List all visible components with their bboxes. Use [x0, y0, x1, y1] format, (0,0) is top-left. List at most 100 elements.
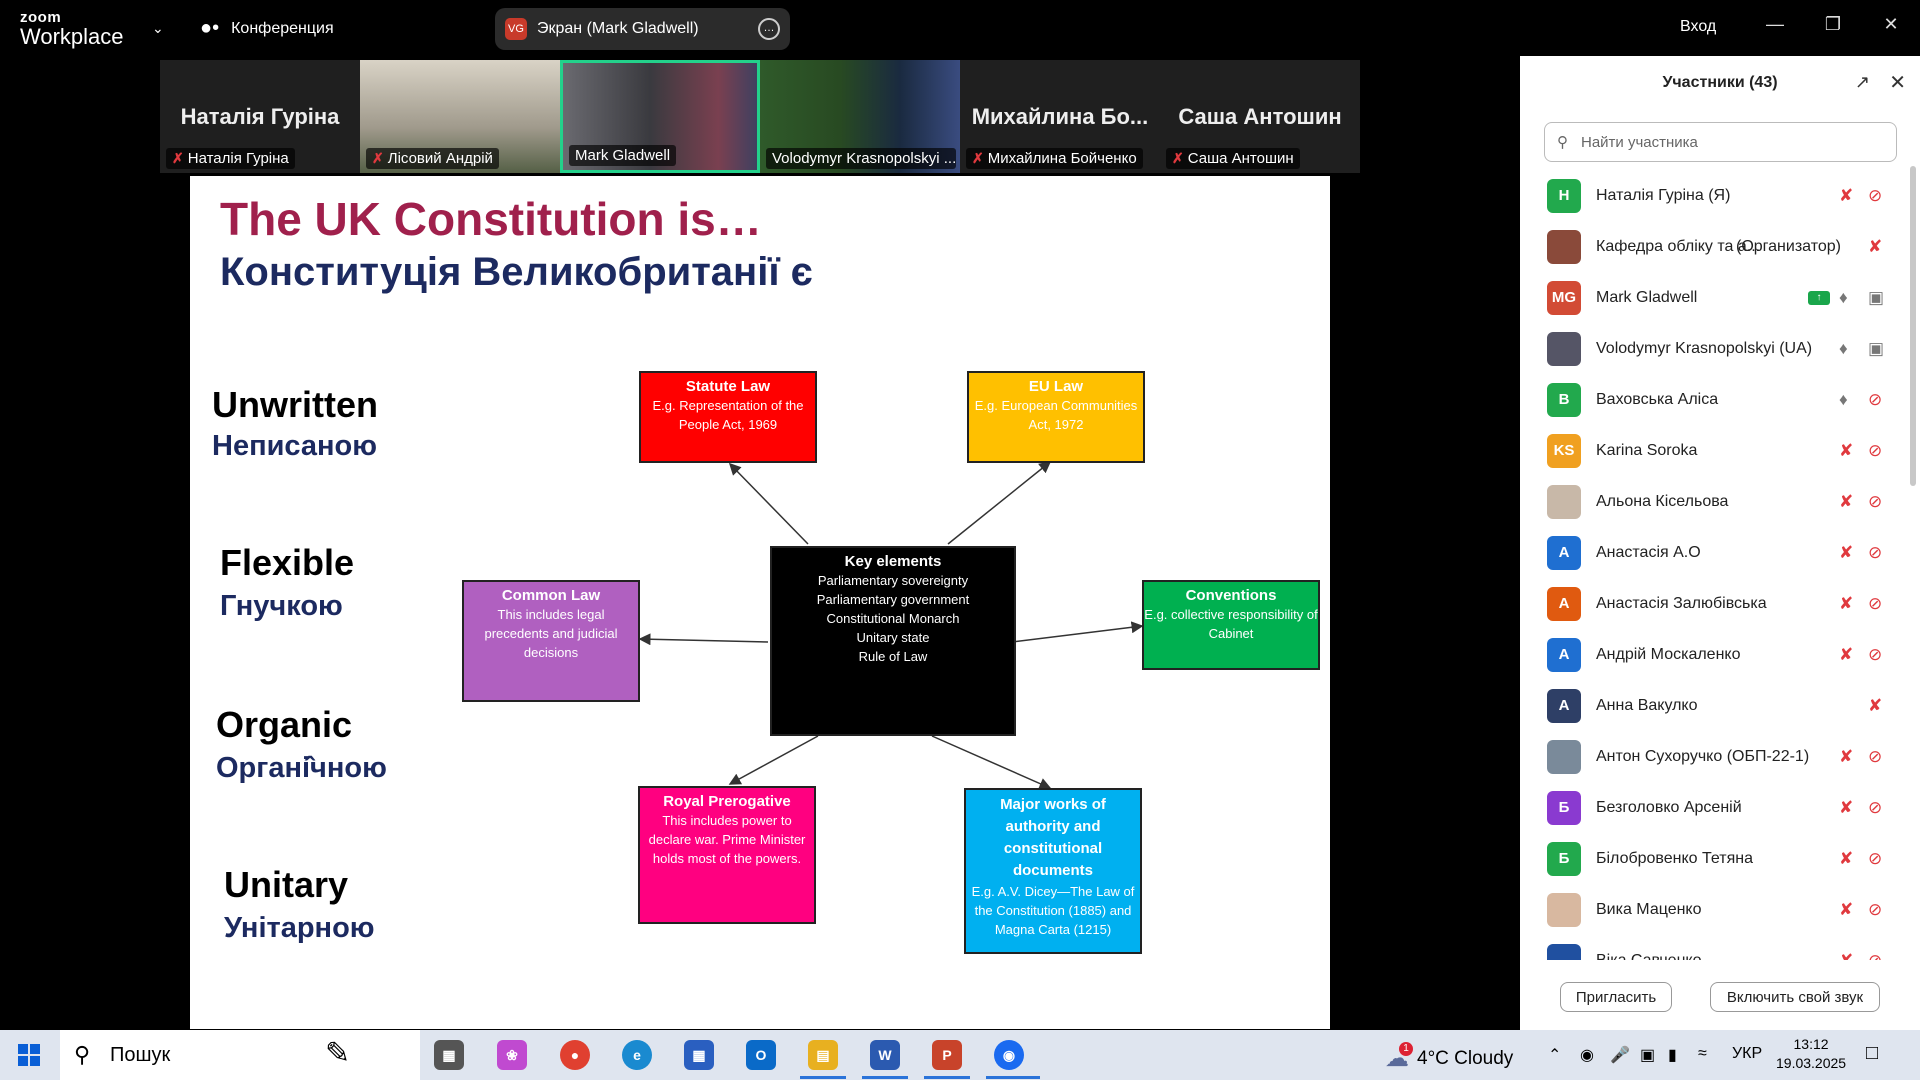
language-indicator[interactable]: УКР [1732, 1045, 1762, 1063]
video-tile-active-speaker[interactable]: Mark Gladwell [560, 60, 760, 173]
muted-mic-icon[interactable]: ✘ [1839, 186, 1853, 206]
tile-caption-name: Лісовий Андрій [387, 150, 493, 167]
notification-icon[interactable]: □ [1866, 1042, 1878, 1065]
participant-name: Віка Савченко [1596, 951, 1702, 961]
participant-row[interactable]: Кафедра обліку та а... (Организатор) ✘ [1520, 221, 1910, 272]
video-tile[interactable]: Саша Антошин ✗ Саша Антошин [1160, 60, 1360, 173]
video-off-icon[interactable]: ⊘ [1868, 441, 1882, 461]
muted-mic-icon[interactable]: ✘ [1839, 900, 1853, 920]
muted-mic-icon[interactable]: ✘ [1839, 747, 1853, 767]
participant-row[interactable]: Альона Кісельова ✘ ⊘ [1520, 476, 1910, 527]
video-off-icon[interactable]: ⊘ [1868, 543, 1882, 563]
tile-name: Наталія Гуріна [180, 104, 340, 129]
video-off-icon[interactable]: ⊘ [1868, 390, 1882, 410]
microphone-tray-icon[interactable]: 🎤 [1610, 1045, 1630, 1065]
video-tile[interactable]: Наталія Гуріна ✗ Наталія Гуріна [160, 60, 360, 173]
video-off-icon[interactable]: ⊘ [1868, 747, 1882, 767]
camera-tray-icon[interactable]: ◉ [1580, 1045, 1594, 1065]
zoom-app-icon[interactable]: ◉ [994, 1040, 1024, 1070]
clock[interactable]: 13:12 19.03.2025 [1776, 1035, 1846, 1073]
chevron-up-icon[interactable]: ⌃ [1548, 1045, 1561, 1065]
participant-row[interactable]: Віка Савченко ✘ ⊘ [1520, 935, 1910, 960]
video-icon[interactable]: ▣ [1868, 339, 1884, 359]
invite-button[interactable]: Пригласить [1560, 982, 1672, 1012]
participant-row[interactable]: MG Mark Gladwell ↑ ♦ ▣ [1520, 272, 1910, 323]
participant-row[interactable]: А Анна Вакулко ✘ [1520, 680, 1910, 731]
weather-widget[interactable]: ☁ 1 4°C Cloudy [1385, 1042, 1513, 1073]
store-icon[interactable]: ▦ [684, 1040, 714, 1070]
participant-name: Volodymyr Krasnopolskyi (UA) [1596, 339, 1813, 357]
pop-out-icon[interactable]: ↗ [1855, 72, 1870, 93]
participant-row[interactable]: Антон Сухоручко (ОБП-22-1) ✘ ⊘ [1520, 731, 1910, 782]
video-off-icon[interactable]: ⊘ [1868, 900, 1882, 920]
muted-mic-icon[interactable]: ✘ [1839, 645, 1853, 665]
participant-role: (Организатор) [1736, 237, 1841, 255]
video-off-icon[interactable]: ⊘ [1868, 951, 1882, 961]
muted-mic-icon[interactable]: ✘ [1839, 594, 1853, 614]
video-icon[interactable]: ▣ [1868, 288, 1884, 308]
video-off-icon[interactable]: ⊘ [1868, 849, 1882, 869]
participant-row[interactable]: А Анастасія А.О ✘ ⊘ [1520, 527, 1910, 578]
outlook-icon[interactable]: O [746, 1040, 776, 1070]
task-view-icon[interactable]: ▦ [434, 1040, 464, 1070]
scrollbar[interactable] [1910, 166, 1916, 486]
participant-row[interactable]: В Ваховська Аліса ♦ ⊘ [1520, 374, 1910, 425]
powerpoint-icon[interactable]: P [932, 1040, 962, 1070]
video-tile[interactable]: Volodymyr Krasnopolskyi ... [760, 60, 960, 173]
participant-row[interactable]: А Андрій Москаленко ✘ ⊘ [1520, 629, 1910, 680]
file-explorer-icon[interactable]: ▤ [808, 1040, 838, 1070]
search-label: Пошук [110, 1043, 171, 1066]
muted-mic-icon[interactable]: ✘ [1839, 543, 1853, 563]
participant-row[interactable]: Б Безголовко Арсеній ✘ ⊘ [1520, 782, 1910, 833]
video-tile[interactable]: ✗ Лісовий Андрій [360, 60, 560, 173]
video-off-icon[interactable]: ⊘ [1868, 798, 1882, 818]
muted-mic-icon[interactable]: ✘ [1839, 798, 1853, 818]
battery-icon[interactable]: ▮ [1668, 1045, 1677, 1065]
video-off-icon[interactable]: ⊘ [1868, 594, 1882, 614]
search-icon: ⚲ [1557, 134, 1568, 151]
login-button[interactable]: Вход [1680, 18, 1716, 36]
participant-row[interactable]: Н Наталія Гуріна (Я) ✘ ⊘ [1520, 170, 1910, 221]
unmute-button[interactable]: Включить свой звук [1710, 982, 1880, 1012]
network-tray-icon[interactable]: ▣ [1640, 1045, 1655, 1065]
mic-icon[interactable]: ♦ [1839, 390, 1848, 410]
muted-mic-icon[interactable]: ✘ [1839, 492, 1853, 512]
participant-row[interactable]: А Анастасія Залюбівська ✘ ⊘ [1520, 578, 1910, 629]
taskbar-search[interactable]: ⚲ Пошук ✎ [60, 1030, 420, 1080]
video-off-icon[interactable]: ⊘ [1868, 492, 1882, 512]
close-icon[interactable]: ✕ [1889, 70, 1906, 95]
meeting-info-button[interactable]: ●• Конференция [200, 17, 334, 40]
muted-mic-icon[interactable]: ✘ [1839, 849, 1853, 869]
mic-icon[interactable]: ♦ [1839, 339, 1848, 359]
share-indicator[interactable]: VG Экран (Mark Gladwell) … [495, 8, 790, 50]
minimize-icon[interactable]: — [1760, 14, 1790, 35]
logo-bottom: Workplace [20, 24, 124, 49]
muted-mic-icon[interactable]: ✘ [1839, 951, 1853, 961]
video-tile[interactable]: Михайлина Бо... ✗ Михайлина Бойченко [960, 60, 1160, 173]
mic-icon[interactable]: ♦ [1839, 288, 1848, 308]
weather-badge: 1 [1399, 1042, 1413, 1056]
muted-mic-icon[interactable]: ✘ [1868, 237, 1882, 257]
word-icon[interactable]: W [870, 1040, 900, 1070]
tile-caption: Mark Gladwell [569, 145, 677, 166]
eu-law-box: EU Law E.g. European Communities Act, 19… [967, 371, 1145, 463]
restore-icon[interactable]: ❐ [1818, 14, 1848, 35]
video-off-icon[interactable]: ⊘ [1868, 645, 1882, 665]
wifi-icon[interactable]: ≈ [1698, 1045, 1707, 1063]
copilot-icon[interactable]: ❀ [497, 1040, 527, 1070]
more-options-icon[interactable]: … [758, 18, 780, 40]
video-off-icon[interactable]: ⊘ [1868, 186, 1882, 206]
participant-row[interactable]: Volodymyr Krasnopolskyi (UA) ♦ ▣ [1520, 323, 1910, 374]
participant-row[interactable]: Б Білобровенко Тетяна ✘ ⊘ [1520, 833, 1910, 884]
participant-search-input[interactable]: ⚲ Найти участника [1544, 122, 1897, 162]
running-indicator [986, 1076, 1040, 1079]
chrome-icon[interactable]: ● [560, 1040, 590, 1070]
participant-row[interactable]: KS Karina Soroka ✘ ⊘ [1520, 425, 1910, 476]
edge-icon[interactable]: e [622, 1040, 652, 1070]
muted-mic-icon[interactable]: ✘ [1868, 696, 1882, 716]
muted-mic-icon[interactable]: ✘ [1839, 441, 1853, 461]
windows-start-icon[interactable] [18, 1044, 40, 1066]
chevron-down-icon[interactable]: ⌄ [152, 20, 164, 37]
participant-row[interactable]: Вика Маценко ✘ ⊘ [1520, 884, 1910, 935]
close-window-icon[interactable]: ✕ [1876, 14, 1906, 35]
